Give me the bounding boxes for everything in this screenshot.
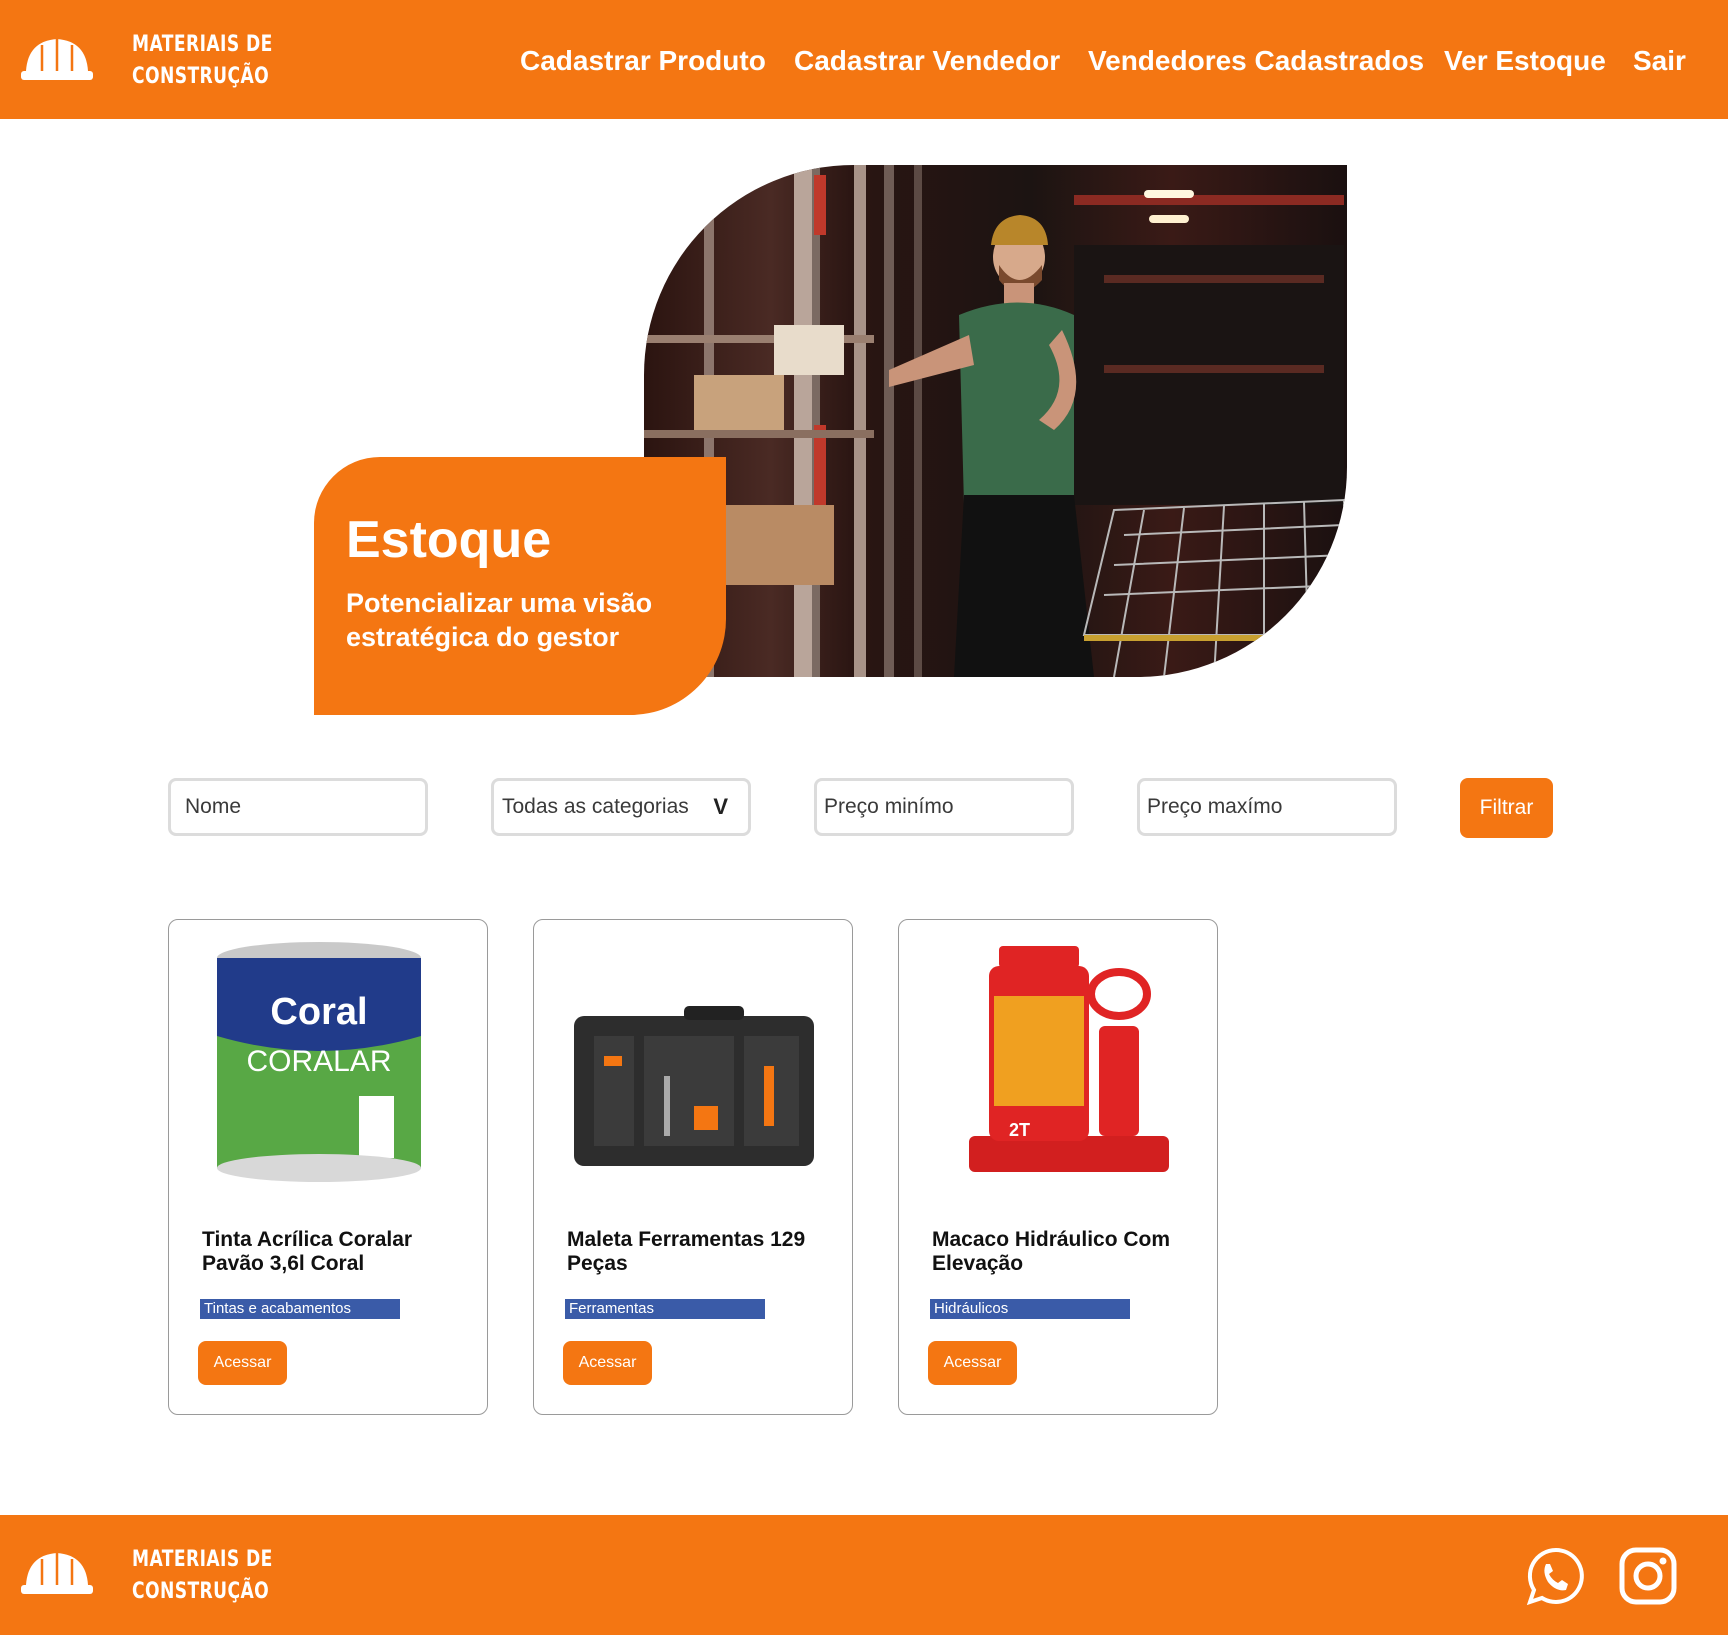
access-button[interactable]: Acessar xyxy=(198,1341,287,1385)
category-badge: Tintas e acabamentos xyxy=(200,1299,400,1319)
nav-sair[interactable]: Sair xyxy=(1633,44,1686,78)
access-button[interactable]: Acessar xyxy=(563,1341,652,1385)
nav-cadastrar-produto[interactable]: Cadastrar Produto xyxy=(520,44,766,78)
paint-can-image: Coral CORALAR xyxy=(217,942,421,1182)
hydraulic-jack-image: 2T xyxy=(969,946,1169,1172)
hero-warehouse-image xyxy=(644,165,1347,677)
filter-button[interactable]: Filtrar xyxy=(1460,778,1553,838)
footer: MATERIAIS DE CONSTRUÇÃO xyxy=(0,1515,1728,1635)
product-card: Maleta Ferramentas 129 Peças Ferramentas… xyxy=(533,919,853,1415)
category-badge: Ferramentas xyxy=(565,1299,765,1319)
category-select[interactable]: Todas as categorias V xyxy=(491,778,751,836)
paint-product-label: CORALAR xyxy=(246,1045,391,1078)
hard-hat-icon xyxy=(21,1553,93,1594)
hard-hat-icon xyxy=(21,39,93,80)
name-filter-input[interactable]: Nome xyxy=(168,778,428,836)
warehouse-scene xyxy=(644,165,1345,677)
brand-logo-text: MATERIAIS DE CONSTRUÇÃO xyxy=(132,29,273,93)
jack-capacity-label: 2T xyxy=(1009,1120,1030,1140)
chevron-down-icon: V xyxy=(713,794,728,819)
category-select-value: Todas as categorias xyxy=(502,795,689,818)
whatsapp-icon[interactable] xyxy=(1526,1546,1586,1606)
instagram-icon[interactable] xyxy=(1618,1546,1678,1606)
paint-brand-label: Coral xyxy=(270,991,367,1033)
product-title: Macaco Hidráulico Com Elevação xyxy=(932,1228,1171,1275)
hero-subtitle: Potencializar uma visão estratégica do g… xyxy=(346,588,653,652)
product-card: Coral CORALAR Tinta Acrílica Coralar Pav… xyxy=(168,919,488,1415)
hero-title: Estoque xyxy=(346,511,552,569)
brand-line-2: CONSTRUÇÃO xyxy=(132,64,270,89)
top-navbar: MATERIAIS DE CONSTRUÇÃO Cadastrar Produt… xyxy=(0,0,1728,119)
product-title: Tinta Acrílica Coralar Pavão 3,6l Coral xyxy=(202,1228,413,1275)
min-price-input[interactable]: Preço minímo xyxy=(814,778,1074,836)
toolbox-image xyxy=(574,1006,814,1166)
nav-vendedores-cadastrados[interactable]: Vendedores Cadastrados xyxy=(1088,44,1424,78)
brand-logo-text: MATERIAIS DE CONSTRUÇÃO xyxy=(132,1544,273,1608)
max-price-input[interactable]: Preço maxímo xyxy=(1137,778,1397,836)
product-title: Maleta Ferramentas 129 Peças xyxy=(567,1228,806,1275)
access-button[interactable]: Acessar xyxy=(928,1341,1017,1385)
nav-ver-estoque[interactable]: Ver Estoque xyxy=(1444,44,1606,78)
brand-line-1: MATERIAIS DE xyxy=(132,1547,273,1572)
nav-cadastrar-vendedor[interactable]: Cadastrar Vendedor xyxy=(794,44,1060,78)
product-card: 2T Macaco Hidráulico Com Elevação Hidráu… xyxy=(898,919,1218,1415)
category-badge: Hidráulicos xyxy=(930,1299,1130,1319)
brand-line-2: CONSTRUÇÃO xyxy=(132,1579,270,1604)
brand-line-1: MATERIAIS DE xyxy=(132,32,273,57)
